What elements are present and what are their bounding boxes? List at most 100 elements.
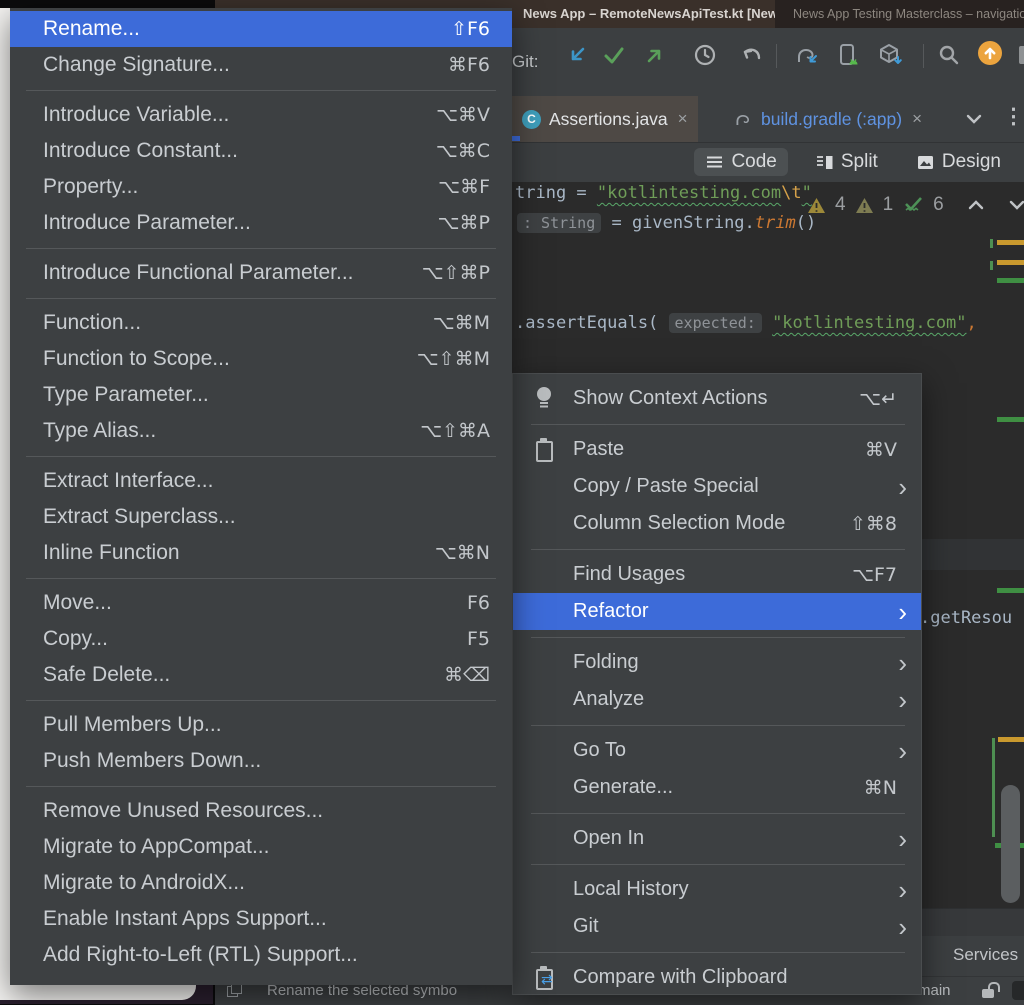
- next-issue-chevron-icon[interactable]: [1008, 199, 1024, 211]
- update-project-button[interactable]: [564, 42, 590, 68]
- change-marker: [990, 261, 993, 270]
- refactor-menu-item[interactable]: Function to Scope... ⌥⇧⌘M: [10, 341, 512, 377]
- history-button[interactable]: [692, 42, 718, 68]
- toolbar-separator: [776, 44, 777, 68]
- menu-item-icon: [529, 511, 559, 537]
- refactor-menu-item[interactable]: Function... ⌥⌘M: [10, 305, 512, 341]
- menu-item-label: Inline Function: [43, 541, 435, 565]
- context-menu-item[interactable]: Find Usages ⌥F7: [513, 556, 921, 593]
- upgrade-notification-button[interactable]: [978, 41, 1002, 65]
- refactor-menu-item[interactable]: Copy... F5: [10, 621, 512, 657]
- ok-count: 6: [933, 194, 944, 216]
- context-menu-item[interactable]: Folding ›: [513, 644, 921, 681]
- prev-issue-chevron-icon[interactable]: [967, 199, 985, 211]
- context-menu-item[interactable]: Copy / Paste Special ›: [513, 468, 921, 505]
- refactor-menu-item[interactable]: Migrate to AppCompat...: [10, 829, 512, 865]
- commit-button[interactable]: [601, 42, 627, 68]
- close-tab-icon[interactable]: ×: [912, 109, 922, 129]
- menu-item-label: Find Usages: [573, 563, 852, 586]
- menu-item-label: Folding: [573, 651, 888, 674]
- tab-build-gradle[interactable]: build.gradle (:app) ×: [723, 96, 932, 142]
- menu-item-label: Property...: [43, 175, 438, 199]
- mode-code[interactable]: Code: [694, 148, 787, 176]
- refactor-menu-item[interactable]: Introduce Parameter... ⌥⌘P: [10, 205, 512, 241]
- context-menu-item[interactable]: ⇄ Compare with Clipboard: [513, 959, 921, 996]
- refactor-menu-item[interactable]: Type Alias... ⌥⇧⌘A: [10, 413, 512, 449]
- tab-assertions-java[interactable]: C Assertions.java ×: [512, 96, 698, 142]
- unlocked-padlock-icon[interactable]: [981, 982, 999, 998]
- refactor-menu-item[interactable]: Move... F6: [10, 585, 512, 621]
- param-hint: expected:: [669, 313, 762, 333]
- status-bar-widget[interactable]: [1012, 981, 1024, 1000]
- mode-design[interactable]: Design: [905, 148, 1012, 176]
- menu-item-label: Pull Members Up...: [43, 713, 490, 737]
- refactor-menu-item[interactable]: Migrate to AndroidX...: [10, 865, 512, 901]
- menu-item-label: Introduce Variable...: [43, 103, 436, 127]
- context-menu-item[interactable]: Show Context Actions ⌥↵: [513, 380, 921, 417]
- refactor-menu-item: [10, 693, 512, 707]
- refactor-menu-item: [10, 779, 512, 793]
- gradle-sync-button[interactable]: [793, 42, 819, 68]
- submenu-arrow-icon: ›: [898, 687, 907, 713]
- warning-stripe: [997, 260, 1024, 265]
- menu-item-shortcut: F6: [467, 592, 490, 614]
- refactor-menu-item[interactable]: Remove Unused Resources...: [10, 793, 512, 829]
- menu-item-shortcut: ⇧F6: [451, 18, 490, 40]
- refactor-menu-item[interactable]: Push Members Down...: [10, 743, 512, 779]
- context-menu-item[interactable]: Paste ⌘V: [513, 431, 921, 468]
- menu-item-label: Add Right-to-Left (RTL) Support...: [43, 943, 490, 967]
- rollback-button[interactable]: [739, 42, 765, 68]
- warning-icon: [807, 197, 826, 214]
- refactor-menu-item[interactable]: Rename... ⇧F6: [10, 11, 512, 47]
- tab-options-kebab-icon[interactable]: ⋮: [1003, 104, 1024, 129]
- chevron-down-icon[interactable]: [963, 108, 985, 135]
- context-menu-item: [513, 417, 921, 431]
- refactor-menu-item[interactable]: Introduce Constant... ⌥⌘C: [10, 133, 512, 169]
- refactor-menu-item[interactable]: Type Parameter...: [10, 377, 512, 413]
- refactor-menu-item[interactable]: Extract Interface...: [10, 463, 512, 499]
- close-tab-icon[interactable]: ×: [678, 109, 688, 129]
- editor-scrollbar-thumb[interactable]: [1001, 785, 1020, 903]
- context-menu-item[interactable]: Column Selection Mode ⇧⌘8: [513, 505, 921, 542]
- device-manager-button[interactable]: [835, 42, 861, 68]
- inspection-widget[interactable]: 4 1 6: [807, 194, 1024, 216]
- menu-item-shortcut: ⌘N: [864, 777, 897, 799]
- refactor-menu-item[interactable]: Property... ⌥⌘F: [10, 169, 512, 205]
- context-menu-item[interactable]: Open In ›: [513, 820, 921, 857]
- context-menu-item[interactable]: Refactor ›: [513, 593, 921, 630]
- menu-item-shortcut: ⌥⇧⌘A: [420, 420, 490, 442]
- refactor-menu-item[interactable]: Introduce Variable... ⌥⌘V: [10, 97, 512, 133]
- menu-item-label: Rename...: [43, 17, 451, 41]
- code-line: tring = "kotlintesting.com\t": [515, 183, 812, 203]
- background-window-title: News App Testing Masterclass – navigatio…: [775, 0, 1024, 28]
- menu-item-label: Extract Superclass...: [43, 505, 490, 529]
- refactor-menu-item[interactable]: Add Right-to-Left (RTL) Support...: [10, 937, 512, 973]
- menu-item-shortcut: ⌥⌘N: [435, 542, 490, 564]
- services-tool-window-button[interactable]: Services: [953, 945, 1018, 965]
- sdk-manager-button[interactable]: [877, 42, 903, 68]
- git-branch-widget[interactable]: main: [918, 982, 951, 999]
- context-menu-item[interactable]: Local History ›: [513, 871, 921, 908]
- context-menu-item[interactable]: Analyze ›: [513, 681, 921, 718]
- mode-label: Code: [731, 151, 776, 173]
- menu-item-icon: [529, 914, 559, 940]
- refactor-menu-item[interactable]: Change Signature... ⌘F6: [10, 47, 512, 83]
- refactor-menu-item[interactable]: Pull Members Up...: [10, 707, 512, 743]
- context-menu-item[interactable]: Generate... ⌘N: [513, 769, 921, 806]
- menu-item-icon: [529, 562, 559, 588]
- menu-item-icon: [529, 877, 559, 903]
- mode-split[interactable]: Split: [804, 148, 889, 176]
- menu-item-label: Generate...: [573, 776, 864, 799]
- refactor-menu-item[interactable]: Inline Function ⌥⌘N: [10, 535, 512, 571]
- menu-item-label: Compare with Clipboard: [573, 966, 897, 989]
- search-everywhere-button[interactable]: [936, 42, 962, 68]
- context-menu-item[interactable]: Git ›: [513, 908, 921, 945]
- push-button[interactable]: [642, 42, 668, 68]
- context-menu-item[interactable]: Go To ›: [513, 732, 921, 769]
- refactor-menu-item[interactable]: Enable Instant Apps Support...: [10, 901, 512, 937]
- gradle-icon: [733, 109, 753, 129]
- refactor-menu-item[interactable]: Introduce Functional Parameter... ⌥⇧⌘P: [10, 255, 512, 291]
- submenu-arrow-icon: ›: [898, 599, 907, 625]
- refactor-menu-item[interactable]: Safe Delete... ⌘⌫: [10, 657, 512, 693]
- refactor-menu-item[interactable]: Extract Superclass...: [10, 499, 512, 535]
